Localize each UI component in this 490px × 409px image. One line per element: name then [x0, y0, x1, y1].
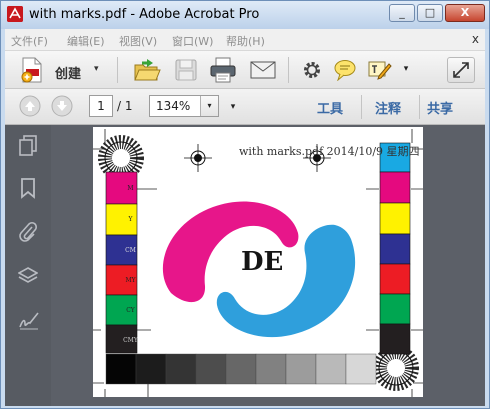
page-number-input[interactable]: 1 [89, 95, 113, 117]
page-header-text: with marks.pdf 2014/10/9 星期四 [239, 145, 420, 158]
menu-file[interactable]: 文件(F) [11, 33, 48, 49]
patch-label-cy: CY [126, 307, 135, 314]
print-icon[interactable] [209, 57, 237, 83]
acrobat-window: with marks.pdf - Adobe Acrobat Pro _ □ X… [0, 0, 490, 409]
left-color-bar [105, 171, 138, 354]
toolbar-divider [361, 95, 362, 119]
patch-label-cm: CM [125, 247, 136, 254]
zoom-dropdown-caret[interactable]: ▾ [200, 96, 218, 116]
create-button-label[interactable]: 创建 [55, 63, 81, 82]
zoom-value: 134% [156, 99, 191, 113]
toolbar-divider [419, 95, 420, 119]
window-title: with marks.pdf - Adobe Acrobat Pro [29, 7, 260, 22]
next-page-icon[interactable] [51, 95, 73, 117]
menu-view[interactable]: 视图(V) [119, 33, 157, 49]
layers-icon[interactable] [17, 265, 39, 285]
star-target [373, 345, 419, 391]
menu-bar: 文件(F) 编辑(E) 视图(V) 窗口(W) 帮助(H) x [5, 29, 485, 51]
toolbar-divider [288, 57, 289, 83]
bookmark-icon[interactable] [18, 177, 38, 199]
settings-icon[interactable] [301, 59, 323, 81]
patch-label-my: MY [125, 277, 136, 284]
tab-share[interactable]: 共享 [427, 98, 453, 117]
menu-window[interactable]: 窗口(W) [172, 33, 213, 49]
logo-text: DE [241, 247, 284, 277]
previous-page-icon[interactable] [19, 95, 41, 117]
menu-help[interactable]: 帮助(H) [226, 33, 265, 49]
menu-edit[interactable]: 编辑(E) [67, 33, 105, 49]
minimize-button[interactable]: _ [389, 4, 415, 22]
main-toolbar: 创建 ▾ ▾ [5, 51, 485, 89]
toolbar-divider [117, 57, 118, 83]
signature-icon[interactable] [18, 309, 39, 330]
more-tools-caret[interactable]: ▾ [400, 62, 412, 76]
acrobat-app-icon [7, 6, 23, 22]
create-dropdown-caret[interactable]: ▾ [94, 64, 99, 74]
registration-mark [184, 144, 212, 172]
right-color-bar [379, 142, 411, 355]
create-pdf-icon[interactable] [19, 57, 45, 83]
close-button[interactable]: X [445, 4, 485, 22]
page-count: / 1 [117, 99, 133, 113]
close-document-button[interactable]: x [472, 32, 479, 46]
zoom-select[interactable]: 134% ▾ [149, 95, 219, 117]
attachment-icon[interactable] [18, 221, 38, 242]
navigation-pane [5, 125, 51, 406]
comment-icon[interactable] [333, 58, 357, 82]
tab-tools[interactable]: 工具 [317, 98, 343, 117]
sign-icon[interactable] [367, 58, 393, 82]
title-bar[interactable]: with marks.pdf - Adobe Acrobat Pro _ □ X [1, 1, 489, 29]
patch-label-y: Y [128, 216, 133, 223]
more-navigation-caret[interactable]: ▾ [227, 100, 239, 114]
email-icon[interactable] [249, 59, 277, 81]
maximize-button[interactable]: □ [417, 4, 443, 22]
save-icon[interactable] [173, 57, 199, 83]
navigation-toolbar: 1 / 1 134% ▾ ▾ 工具 注释 共享 [5, 89, 485, 125]
tab-comment[interactable]: 注释 [375, 98, 401, 117]
pages-icon[interactable] [18, 135, 38, 156]
star-target [98, 135, 144, 181]
window-controls: _ □ X [389, 4, 485, 22]
open-folder-icon[interactable] [133, 57, 161, 83]
patch-label-cmy: CMY [123, 337, 138, 344]
expand-icon[interactable] [447, 57, 475, 83]
patch-label-m: M [127, 185, 134, 192]
gray-ramp [105, 353, 377, 385]
